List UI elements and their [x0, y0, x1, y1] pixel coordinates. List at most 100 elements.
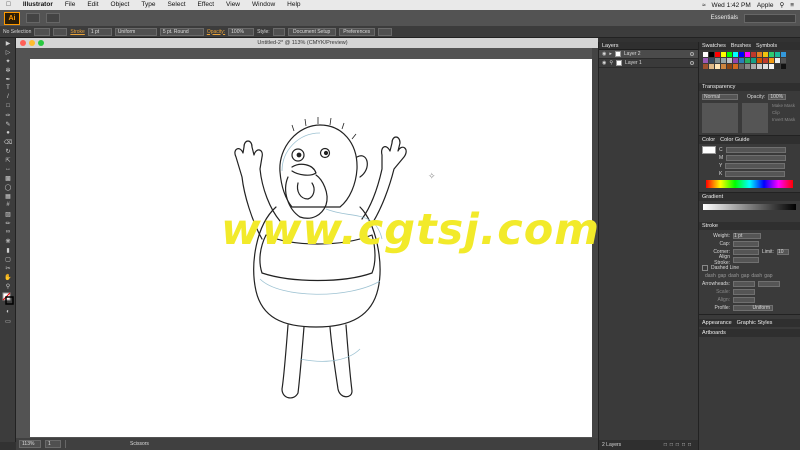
- layer-name[interactable]: Layer 2: [624, 51, 641, 57]
- current-tool-status[interactable]: Scissors: [130, 441, 149, 447]
- fill-color-swatch[interactable]: [702, 146, 716, 154]
- artboard-tool-icon[interactable]: ▢: [2, 255, 14, 263]
- stroke-link[interactable]: Stroke: [70, 29, 84, 35]
- slider-y[interactable]: [725, 163, 786, 169]
- swatch-chip[interactable]: [703, 58, 708, 63]
- swatch-chip[interactable]: [709, 58, 714, 63]
- clip-checkbox[interactable]: Clip: [772, 110, 795, 115]
- clock[interactable]: Wed 1:42 PM: [712, 2, 751, 9]
- corner-buttons[interactable]: [733, 249, 759, 255]
- stroke-swatch[interactable]: [53, 27, 68, 36]
- swatch-chip[interactable]: [775, 52, 780, 57]
- menu-select[interactable]: Select: [161, 0, 191, 10]
- cap-buttons[interactable]: [733, 241, 759, 247]
- slice-tool-icon[interactable]: ✂: [2, 264, 14, 272]
- scale-field[interactable]: [733, 289, 755, 295]
- tab-gradient[interactable]: Gradient: [702, 194, 723, 200]
- menu-edit[interactable]: Edit: [81, 0, 104, 10]
- menu-type[interactable]: Type: [135, 0, 161, 10]
- graph-tool-icon[interactable]: ▮: [2, 246, 14, 254]
- layer-name[interactable]: Layer 1: [625, 60, 642, 66]
- blend-mode-select[interactable]: Normal: [702, 94, 738, 100]
- tab-swatches[interactable]: Swatches: [702, 43, 726, 49]
- type-tool-icon[interactable]: T: [2, 84, 14, 92]
- swatch-chip[interactable]: [715, 64, 720, 69]
- menu-file[interactable]: File: [59, 0, 81, 10]
- zoom-tool-icon[interactable]: ⚲: [2, 282, 14, 290]
- swatch-chip[interactable]: [733, 64, 738, 69]
- make-mask-button[interactable]: Make Mask: [772, 103, 795, 108]
- slider-c[interactable]: [725, 147, 786, 153]
- minimize-window-button[interactable]: [29, 40, 35, 46]
- paintbrush-tool-icon[interactable]: ✑: [2, 111, 14, 119]
- arrange-documents-button[interactable]: [46, 13, 60, 23]
- swatch-chip[interactable]: [715, 52, 720, 57]
- preferences-button[interactable]: Preferences: [338, 27, 375, 36]
- visibility-eye-icon[interactable]: ◉: [602, 60, 606, 66]
- menu-view[interactable]: View: [220, 0, 246, 10]
- swatch-chip[interactable]: [763, 58, 768, 63]
- direct-selection-tool-icon[interactable]: ▷: [2, 48, 14, 56]
- rotate-tool-icon[interactable]: ↻: [2, 147, 14, 155]
- layer-row[interactable]: ◉ ▸ Layer 2: [599, 50, 698, 59]
- swatch-chip[interactable]: [709, 64, 714, 69]
- bridge-button[interactable]: [26, 13, 40, 23]
- pencil-tool-icon[interactable]: ✎: [2, 120, 14, 128]
- tab-artboards[interactable]: Artboards: [702, 330, 726, 336]
- swatch-chip[interactable]: [781, 58, 786, 63]
- menu-effect[interactable]: Effect: [192, 0, 221, 10]
- swatch-chip[interactable]: [703, 52, 708, 57]
- arrowhead-end-select[interactable]: [758, 281, 780, 287]
- layer-row[interactable]: ◉ ⚲ Layer 1: [599, 59, 698, 68]
- swatch-chip[interactable]: [739, 52, 744, 57]
- swatch-chip[interactable]: [733, 58, 738, 63]
- tab-brushes[interactable]: Brushes: [731, 43, 751, 49]
- slider-m[interactable]: [726, 155, 787, 161]
- opacity-field[interactable]: 100%: [228, 27, 255, 36]
- magic-wand-tool-icon[interactable]: ✦: [2, 57, 14, 65]
- swatch-chip[interactable]: [757, 58, 762, 63]
- search-icon[interactable]: ⚲: [779, 1, 784, 9]
- stroke-weight-field[interactable]: 1 pt: [87, 27, 112, 36]
- zoom-window-button[interactable]: [38, 40, 44, 46]
- graphic-style-picker[interactable]: [272, 27, 285, 36]
- swatch-chip[interactable]: [727, 52, 732, 57]
- align-buttons[interactable]: [733, 297, 755, 303]
- swatch-chip[interactable]: [733, 52, 738, 57]
- tab-transparency[interactable]: Transparency: [702, 84, 735, 90]
- slider-k[interactable]: [725, 171, 786, 177]
- eyedropper-tool-icon[interactable]: ✏: [2, 219, 14, 227]
- swatch-chip[interactable]: [709, 52, 714, 57]
- mesh-tool-icon[interactable]: #: [2, 201, 14, 209]
- swatch-chip[interactable]: [775, 64, 780, 69]
- fill-stroke-icon[interactable]: [2, 291, 14, 307]
- gradient-slider[interactable]: [703, 204, 796, 210]
- rectangle-tool-icon[interactable]: □: [2, 102, 14, 110]
- swatch-chip[interactable]: [751, 52, 756, 57]
- swatch-chip[interactable]: [745, 52, 750, 57]
- invert-mask-checkbox[interactable]: Invert Mask: [772, 117, 795, 122]
- scale-tool-icon[interactable]: ⇱: [2, 156, 14, 164]
- artboard-navigation[interactable]: 1: [45, 440, 61, 448]
- lasso-tool-icon[interactable]: ✼: [2, 66, 14, 74]
- swatch-chip[interactable]: [751, 58, 756, 63]
- wifi-icon[interactable]: ≈: [702, 2, 706, 9]
- swatch-chip[interactable]: [727, 58, 732, 63]
- expand-arrow-icon[interactable]: ▸: [609, 51, 612, 57]
- weight-field[interactable]: 1 pt: [733, 233, 761, 239]
- layers-tab[interactable]: Layers: [599, 42, 698, 50]
- swatch-chip[interactable]: [721, 52, 726, 57]
- swatch-chip[interactable]: [763, 64, 768, 69]
- swatch-chip[interactable]: [751, 64, 756, 69]
- tab-stroke[interactable]: Stroke: [702, 223, 718, 229]
- symbol-sprayer-tool-icon[interactable]: ❋: [2, 237, 14, 245]
- swatch-chip[interactable]: [769, 64, 774, 69]
- swatch-chip[interactable]: [763, 52, 768, 57]
- free-transform-tool-icon[interactable]: ▩: [2, 174, 14, 182]
- screen-mode-icon[interactable]: ▭: [2, 317, 14, 325]
- drawing-modes-icon[interactable]: ◐: [2, 308, 14, 316]
- gradient-tool-icon[interactable]: ▨: [2, 210, 14, 218]
- tab-color[interactable]: Color: [702, 137, 715, 143]
- brush-definition[interactable]: 5 pt. Round: [159, 27, 204, 36]
- pen-tool-icon[interactable]: ✒: [2, 75, 14, 83]
